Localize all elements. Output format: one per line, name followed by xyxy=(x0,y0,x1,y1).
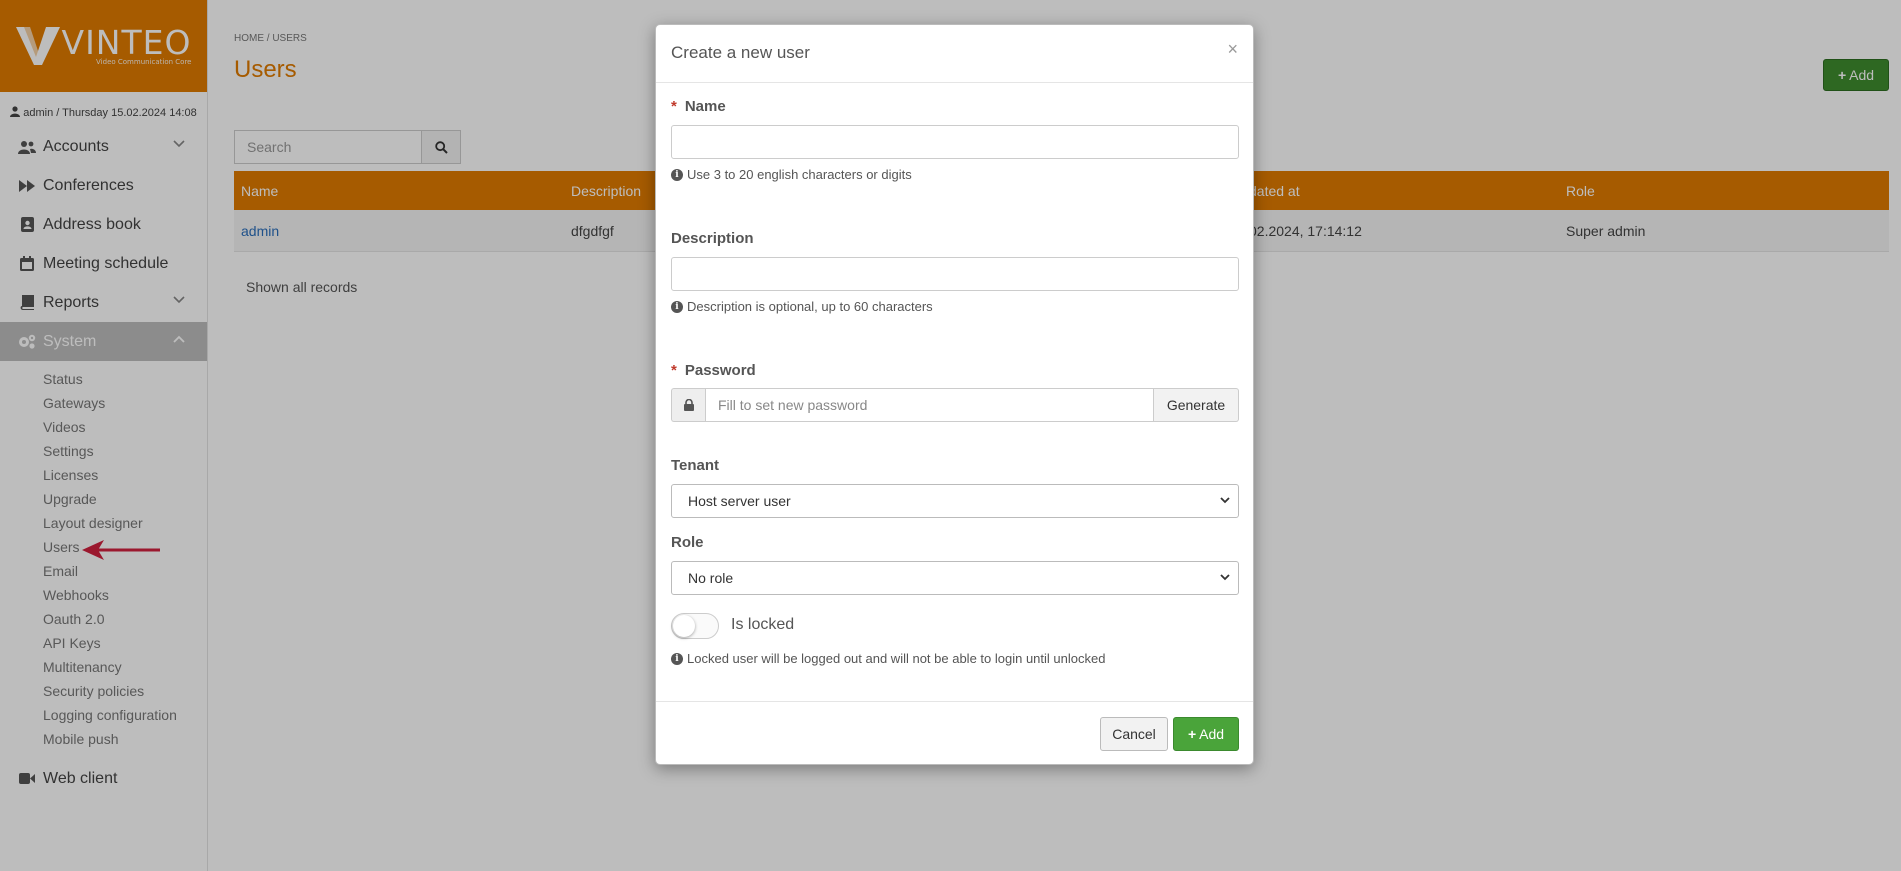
cancel-button[interactable]: Cancel xyxy=(1100,717,1168,751)
description-help-text: Description is optional, up to 60 charac… xyxy=(687,299,933,314)
name-help-text: Use 3 to 20 english characters or digits xyxy=(687,167,912,182)
description-help: i Description is optional, up to 60 chara… xyxy=(671,299,933,314)
required-marker: * xyxy=(671,98,677,115)
chevron-down-icon xyxy=(1220,497,1230,504)
password-label-text: Password xyxy=(684,362,756,379)
description-label: Description xyxy=(671,230,754,247)
info-icon: i xyxy=(671,300,683,313)
close-icon[interactable]: × xyxy=(1227,39,1238,60)
password-group: Fill to set new password Generate xyxy=(671,388,1239,422)
tenant-select-value: Host server user xyxy=(688,493,791,509)
name-label: * Name xyxy=(671,98,726,115)
lock-icon xyxy=(671,388,705,422)
password-field[interactable]: Fill to set new password xyxy=(705,388,1154,422)
dialog-title: Create a new user xyxy=(671,43,810,62)
add-button[interactable]: + Add xyxy=(1173,717,1239,751)
add-button-label: Add xyxy=(1199,726,1225,742)
tenant-label: Tenant xyxy=(671,457,720,474)
role-label: Role xyxy=(671,534,704,551)
role-select-value: No role xyxy=(688,570,734,586)
create-user-dialog: Create a new user × * Name i Use 3 to 20 e… xyxy=(655,24,1254,765)
required-marker: * xyxy=(671,362,677,379)
description-field[interactable] xyxy=(671,257,1239,291)
info-icon: i xyxy=(671,168,683,181)
name-field[interactable] xyxy=(671,125,1239,159)
dialog-header: Create a new user × xyxy=(656,25,1253,83)
is-locked-toggle[interactable] xyxy=(671,613,719,639)
dialog-footer-divider xyxy=(656,701,1253,702)
tenant-select[interactable]: Host server user xyxy=(671,484,1239,518)
locked-help-text: Locked user will be logged out and will … xyxy=(687,651,1106,666)
locked-help: i Locked user will be logged out and will… xyxy=(671,651,1105,666)
toggle-knob xyxy=(673,615,695,637)
generate-password-button[interactable]: Generate xyxy=(1154,388,1239,422)
chevron-down-icon xyxy=(1220,574,1230,581)
name-help: i Use 3 to 20 english characters or digit… xyxy=(671,167,912,182)
name-label-text: Name xyxy=(684,98,726,115)
plus-icon: + xyxy=(1187,726,1197,742)
password-label: * Password xyxy=(671,362,756,379)
is-locked-label: Is locked xyxy=(731,616,795,633)
info-icon: i xyxy=(671,652,683,665)
role-select[interactable]: No role xyxy=(671,561,1239,595)
